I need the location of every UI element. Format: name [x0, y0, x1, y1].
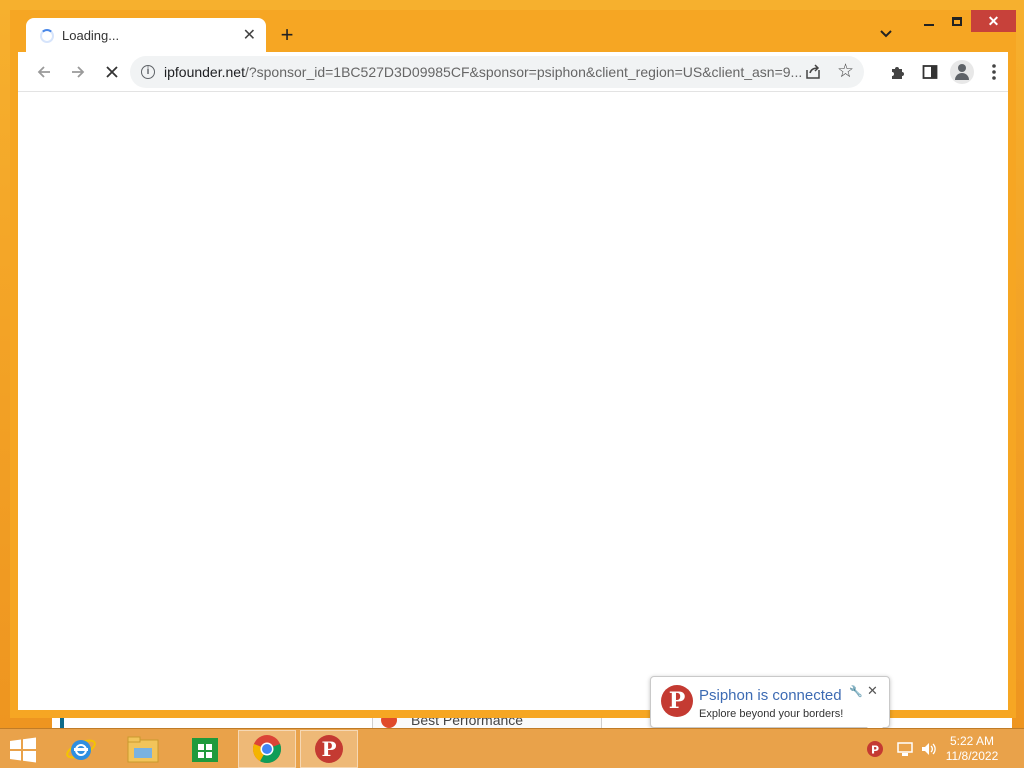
clock-time: 5:22 AM [949, 734, 995, 748]
share-icon[interactable] [804, 63, 822, 81]
taskbar-psiphon[interactable]: P [300, 730, 358, 768]
store-icon [192, 738, 218, 762]
taskbar-store[interactable] [176, 730, 234, 768]
psiphon-notification[interactable]: P Psiphon is connected Explore beyond yo… [650, 676, 890, 737]
browser-toolbar: i ipfounder.net/?sponsor_id=1BC527D3D099… [18, 52, 1008, 92]
notification-close-icon[interactable]: ✕ [867, 683, 878, 699]
notification-subtitle: Explore beyond your borders! [699, 708, 844, 720]
chrome-icon [252, 735, 282, 763]
system-clock[interactable]: 5:22 AM 11/8/2022 [942, 734, 1002, 764]
tab-close-icon[interactable]: ✕ [243, 25, 256, 45]
stop-loading-button[interactable] [100, 60, 124, 84]
folder-icon [127, 736, 159, 763]
close-icon: ✕ [987, 12, 1000, 29]
more-vertical-icon [992, 64, 996, 80]
window-controls: ✕ [915, 10, 1016, 32]
puzzle-icon [892, 67, 904, 79]
close-window-button[interactable]: ✕ [971, 10, 1016, 32]
notification-title: Psiphon is connected [699, 687, 842, 704]
info-icon[interactable]: i [141, 65, 155, 79]
minimize-button[interactable] [915, 10, 943, 32]
network-icon[interactable] [896, 740, 914, 758]
tab-loading[interactable]: Loading... ✕ [26, 18, 266, 54]
chrome-window: ✕ Loading... ✕ + i ipfounder.net/?sponso… [10, 10, 1016, 718]
avatar-icon [950, 60, 974, 84]
maximize-button[interactable] [943, 10, 971, 32]
arrow-right-icon [72, 66, 85, 78]
extensions-button[interactable] [886, 60, 910, 84]
psiphon-icon: P [315, 735, 343, 763]
forward-button[interactable] [66, 60, 90, 84]
page-content[interactable] [18, 92, 1008, 710]
svg-text:P: P [321, 737, 336, 761]
loading-spinner-icon [40, 29, 54, 43]
bookmark-star-icon[interactable]: ☆ [837, 60, 854, 83]
svg-text:P: P [871, 744, 879, 757]
psiphon-logo-icon: P [661, 685, 693, 717]
url-path: /?sponsor_id=1BC527D3D09985CF&sponsor=ps… [244, 64, 803, 80]
url-text[interactable]: ipfounder.net/?sponsor_id=1BC527D3D09985… [164, 64, 804, 80]
tray-psiphon-icon[interactable]: P [866, 740, 884, 758]
clock-date: 11/8/2022 [945, 749, 999, 763]
taskbar-internet-explorer[interactable] [52, 730, 110, 768]
profile-button[interactable] [950, 60, 974, 84]
tab-title: Loading... [62, 28, 120, 43]
taskbar: P P 5:22 AM 11/8/2022 [0, 728, 1024, 768]
url-host: ipfounder.net [164, 64, 245, 80]
menu-button[interactable] [982, 60, 1006, 84]
minimize-icon [924, 24, 934, 26]
volume-icon[interactable] [920, 740, 938, 758]
chevron-down-icon[interactable] [876, 24, 896, 44]
internet-explorer-icon [66, 739, 96, 760]
maximize-icon [952, 16, 962, 26]
taskbar-file-explorer[interactable] [114, 730, 172, 768]
side-panel-icon [922, 65, 938, 79]
wrench-icon[interactable]: 🔧 [849, 685, 863, 698]
back-button[interactable] [32, 60, 56, 84]
taskbar-chrome[interactable] [238, 730, 296, 768]
stop-icon [106, 66, 118, 78]
new-tab-button[interactable]: + [274, 23, 300, 49]
side-panel-button[interactable] [918, 60, 942, 84]
arrow-left-icon [37, 66, 50, 78]
address-bar[interactable]: i ipfounder.net/?sponsor_id=1BC527D3D099… [130, 56, 864, 88]
windows-start-icon[interactable] [8, 737, 38, 763]
